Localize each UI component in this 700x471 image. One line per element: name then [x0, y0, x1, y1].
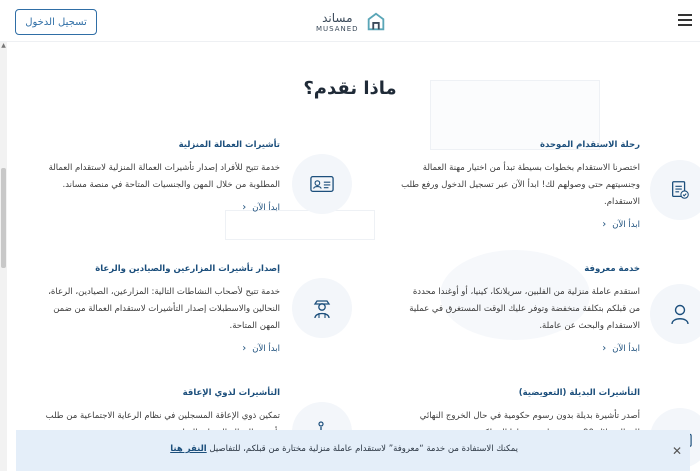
- service-title: رحلة الاستقدام الموحدة: [540, 140, 640, 150]
- service-icon-circle: [292, 154, 352, 214]
- musaned-logo[interactable]: مساند MUSANED: [316, 9, 387, 35]
- service-description: خدمة تتيح لأصحاب النشاطات التالية: المزا…: [48, 287, 280, 331]
- service-card-maarofa: خدمة معروفة استقدم عاملة منزلية من الفلب…: [400, 264, 700, 355]
- start-now-link[interactable]: ابدأ الآن ‹: [242, 343, 280, 354]
- service-icon-circle: [292, 278, 352, 338]
- scroll-up-icon[interactable]: ▲: [0, 42, 7, 49]
- service-description: خدمة تتيح للأفراد إصدار تأشيرات العمالة …: [48, 163, 280, 190]
- section-title: ماذا نقدم؟: [303, 78, 397, 99]
- login-button[interactable]: تسجيل الدخول: [15, 9, 97, 35]
- chevron-left-icon: ‹: [602, 219, 607, 230]
- service-card-unified-recruitment: رحلة الاستقدام الموحدة اختصرنا الاستقدام…: [400, 140, 700, 231]
- service-title: التأشيرات لذوي الإعاقة: [182, 388, 280, 398]
- hamburger-menu-icon[interactable]: [678, 14, 692, 26]
- document-check-icon: [672, 181, 689, 199]
- logo-text-en: MUSANED: [316, 24, 359, 33]
- start-now-label: ابدأ الآن: [252, 343, 280, 354]
- service-title: إصدار تأشيرات المزارعين والصيادين والرعا…: [95, 264, 280, 274]
- banner-message-text: يمكنك الاستفادة من خدمة “معروفة” لاستقدا…: [209, 444, 518, 454]
- chevron-left-icon: ‹: [602, 343, 607, 354]
- service-title: التأشيرات البديلة (التعويضية): [518, 388, 640, 398]
- logo-mark-icon: [367, 12, 384, 31]
- id-card-icon: [310, 175, 334, 193]
- user-icon: [671, 304, 689, 325]
- chevron-left-icon: ‹: [242, 202, 247, 213]
- service-description: اختصرنا الاستقدام بخطوات بسيطة تبدأ من ا…: [401, 163, 640, 207]
- service-title: تأشيرات العمالة المنزلية: [178, 140, 280, 150]
- logo-text-ar: مساند: [322, 10, 353, 25]
- chevron-left-icon: ‹: [242, 343, 247, 354]
- scrollbar-thumb[interactable]: [1, 168, 6, 268]
- start-now-label: ابدأ الآن: [612, 343, 640, 354]
- scrollbar[interactable]: ▲: [0, 38, 7, 471]
- service-title: خدمة معروفة: [584, 264, 640, 274]
- service-card-farmers-visas: إصدار تأشيرات المزارعين والصيادين والرعا…: [40, 264, 352, 355]
- start-now-link[interactable]: ابدأ الآن ‹: [602, 343, 640, 354]
- service-card-domestic-visas: تأشيرات العمالة المنزلية خدمة تتيح للأفر…: [40, 140, 352, 214]
- start-now-label: ابدأ الآن: [612, 219, 640, 230]
- farmer-icon: [313, 300, 331, 319]
- banner-message: يمكنك الاستفادة من خدمة “معروفة” لاستقدا…: [170, 444, 518, 454]
- close-icon[interactable]: ✕: [670, 444, 684, 458]
- site-header: مساند MUSANED تسجيل الدخول: [0, 0, 700, 42]
- maarofa-info-banner: ✕ يمكنك الاستفادة من خدمة “معروفة” لاستق…: [16, 430, 690, 471]
- service-icon-circle: [650, 284, 700, 344]
- logo-wordmark: مساند MUSANED: [316, 12, 359, 33]
- service-description: استقدم عاملة منزلية من الفلبين، سريلانكا…: [409, 287, 640, 331]
- start-now-label: ابدأ الآن: [252, 202, 280, 213]
- start-now-link[interactable]: ابدأ الآن ‹: [242, 202, 280, 213]
- start-now-link[interactable]: ابدأ الآن ‹: [602, 219, 640, 230]
- banner-link[interactable]: النقر هنا: [170, 444, 207, 454]
- service-icon-circle: [650, 160, 700, 220]
